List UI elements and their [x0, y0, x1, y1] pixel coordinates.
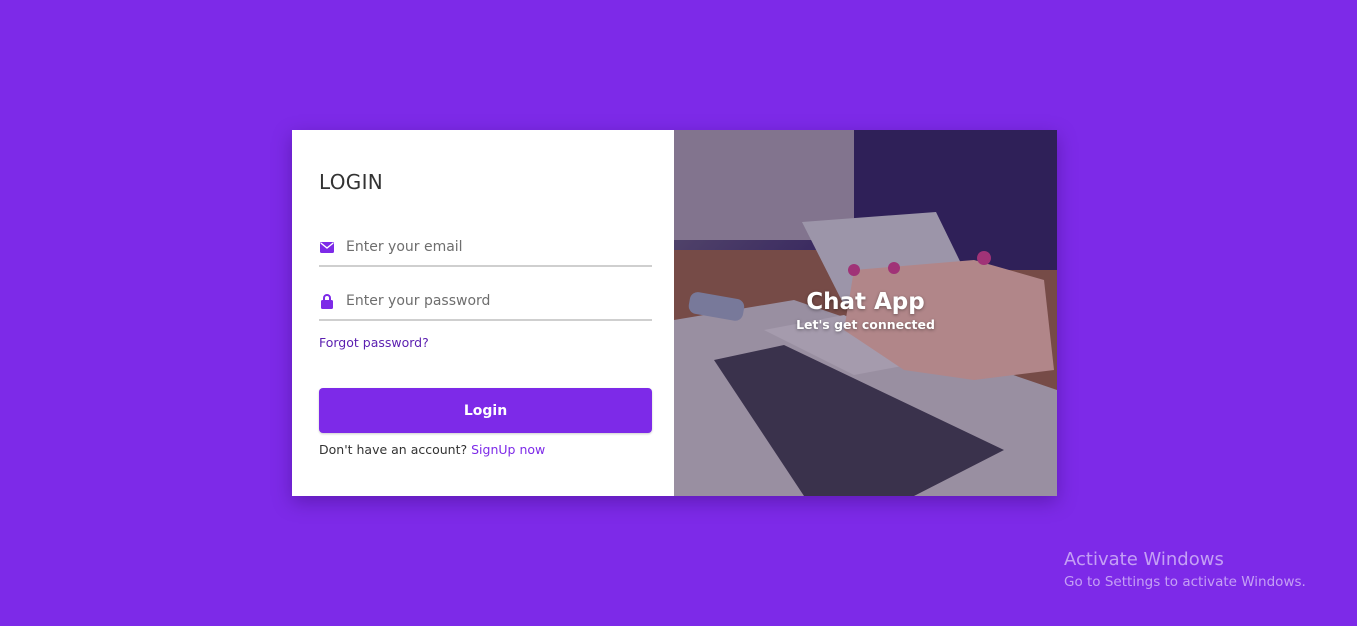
password-input[interactable]	[346, 293, 636, 309]
email-field	[319, 233, 652, 267]
activate-windows-watermark: Activate Windows Go to Settings to activ…	[1064, 548, 1306, 592]
hero-title: Chat App	[806, 289, 925, 315]
hero-image: Chat App Let's get connected	[674, 130, 1057, 496]
hero-caption: Chat App Let's get connected	[674, 287, 1057, 333]
signup-prompt: Don't have an account?	[319, 442, 468, 457]
hero-subtitle: Let's get connected	[796, 317, 935, 332]
login-button[interactable]: Login	[319, 388, 652, 433]
watermark-subtitle: Go to Settings to activate Windows.	[1064, 574, 1306, 590]
password-field	[319, 287, 652, 321]
login-form-panel: LOGIN Forgot password? Login Don't	[292, 130, 674, 496]
lock-icon	[319, 293, 335, 309]
forgot-password-link[interactable]: Forgot password?	[319, 335, 429, 350]
login-card: LOGIN Forgot password? Login Don't	[292, 130, 1057, 496]
signup-row: Don't have an account? SignUp now	[319, 442, 545, 457]
login-title: LOGIN	[319, 170, 384, 194]
envelope-icon	[319, 239, 335, 255]
email-input[interactable]	[346, 239, 636, 255]
signup-link[interactable]: SignUp now	[471, 442, 545, 457]
watermark-title: Activate Windows	[1064, 549, 1224, 570]
